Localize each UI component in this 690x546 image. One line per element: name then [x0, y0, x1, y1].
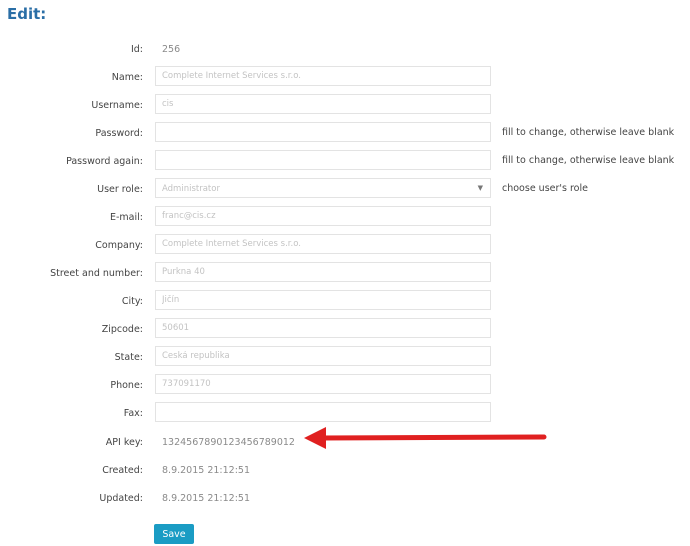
password-hint: fill to change, otherwise leave blank — [502, 127, 675, 138]
row-city: City: — [0, 290, 690, 312]
row-user-role: User role: Administrator ▼ choose user's… — [0, 178, 690, 200]
row-id: Id: 256 — [0, 41, 690, 63]
phone-label: Phone: — [110, 380, 143, 391]
id-value: 256 — [162, 44, 181, 55]
row-state: State: — [0, 346, 690, 368]
name-input[interactable] — [155, 66, 491, 86]
username-input[interactable] — [155, 94, 491, 114]
chevron-down-icon: ▼ — [477, 184, 483, 192]
street-input[interactable] — [155, 262, 491, 282]
password-again-hint: fill to change, otherwise leave blank — [502, 155, 675, 166]
password-again-label: Password again: — [66, 156, 143, 167]
username-label: Username: — [91, 100, 143, 111]
phone-input[interactable] — [155, 374, 491, 394]
api-key-value: 1324567890123456789012 — [162, 437, 295, 448]
user-role-hint: choose user's role — [502, 183, 588, 194]
created-label: Created: — [102, 465, 143, 476]
page-title: Edit: — [7, 5, 47, 23]
password-again-input[interactable] — [155, 150, 491, 170]
created-value: 8.9.2015 21:12:51 — [162, 465, 250, 476]
row-password: Password: fill to change, otherwise leav… — [0, 122, 690, 144]
fax-input[interactable] — [155, 402, 491, 422]
email-label: E-mail: — [110, 212, 143, 223]
updated-value: 8.9.2015 21:12:51 — [162, 493, 250, 504]
user-role-selected-value: Administrator — [162, 184, 220, 194]
row-username: Username: — [0, 94, 690, 116]
row-fax: Fax: — [0, 402, 690, 424]
company-label: Company: — [95, 240, 143, 251]
company-input[interactable] — [155, 234, 491, 254]
email-input[interactable] — [155, 206, 491, 226]
row-updated: Updated: 8.9.2015 21:12:51 — [0, 490, 690, 512]
row-password-again: Password again: fill to change, otherwis… — [0, 150, 690, 172]
row-created: Created: 8.9.2015 21:12:51 — [0, 462, 690, 484]
row-email: E-mail: — [0, 206, 690, 228]
api-key-label: API key: — [105, 437, 143, 448]
row-zipcode: Zipcode: — [0, 318, 690, 340]
row-name: Name: — [0, 66, 690, 88]
password-label: Password: — [95, 128, 143, 139]
city-label: City: — [121, 296, 143, 307]
zipcode-input[interactable] — [155, 318, 491, 338]
zipcode-label: Zipcode: — [101, 324, 143, 335]
row-company: Company: — [0, 234, 690, 256]
row-phone: Phone: — [0, 374, 690, 396]
state-input[interactable] — [155, 346, 491, 366]
fax-label: Fax: — [123, 408, 143, 419]
password-input[interactable] — [155, 122, 491, 142]
state-label: State: — [114, 352, 143, 363]
updated-label: Updated: — [99, 493, 143, 504]
user-role-select[interactable]: Administrator ▼ — [155, 178, 491, 198]
row-api-key: API key: 1324567890123456789012 — [0, 434, 690, 456]
user-role-label: User role: — [97, 184, 143, 195]
name-label: Name: — [111, 72, 143, 83]
street-label: Street and number: — [50, 268, 143, 279]
row-street: Street and number: — [0, 262, 690, 284]
save-button[interactable]: Save — [154, 524, 194, 544]
id-label: Id: — [130, 44, 143, 55]
city-input[interactable] — [155, 290, 491, 310]
